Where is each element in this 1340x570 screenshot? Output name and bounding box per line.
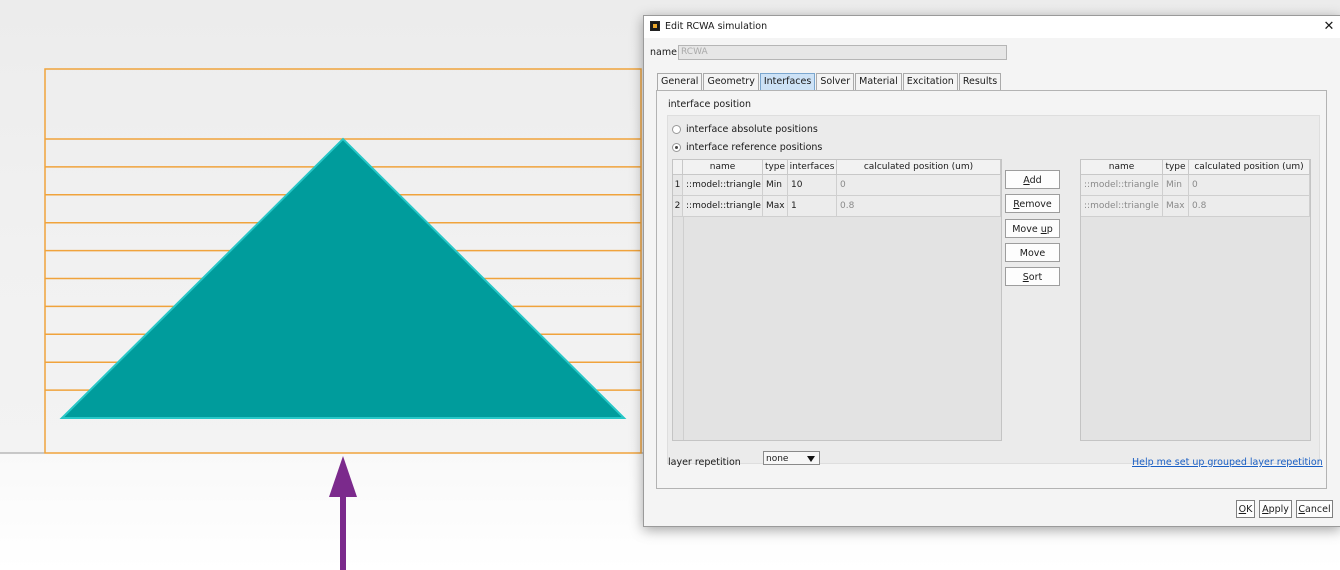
table-cell-position: 0 (837, 175, 1001, 196)
tab-material[interactable]: Material (855, 73, 902, 90)
row-number: 2 (673, 196, 683, 217)
name-input[interactable]: RCWA (678, 45, 1007, 60)
radio-absolute-positions[interactable]: interface absolute positions (672, 124, 818, 135)
tab-general[interactable]: General (657, 73, 703, 90)
sort-button[interactable]: Sort (1005, 267, 1060, 286)
column-header-interfaces[interactable]: interfaces (788, 160, 837, 175)
radio-absolute-dot[interactable] (672, 125, 681, 134)
column-header-position[interactable]: calculated position (um) (1189, 160, 1310, 175)
tab-bar: General Geometry Interfaces Solver Mater… (657, 73, 1002, 90)
interfaces-tab-panel: interface position interface absolute po… (656, 90, 1327, 489)
source-arrow[interactable] (329, 456, 357, 570)
table-cell-name: ::model::triangle (1081, 175, 1163, 196)
move-up-button[interactable]: Move up (1005, 219, 1060, 238)
table-cell-position: 0 (1189, 175, 1310, 196)
table-cell-type[interactable]: Min (763, 175, 788, 196)
apply-button[interactable]: Apply (1259, 500, 1292, 518)
app-icon (650, 21, 660, 31)
tab-results[interactable]: Results (958, 73, 1002, 90)
radio-absolute-label: interface absolute positions (686, 124, 818, 135)
cancel-button[interactable]: Cancel (1296, 500, 1333, 518)
radio-reference-positions[interactable]: interface reference positions (672, 142, 822, 153)
grouped-layer-repetition-help-link[interactable]: Help me set up grouped layer repetition (1132, 457, 1323, 468)
move-down-button[interactable]: Move down (1005, 243, 1060, 278)
layer-repetition-select[interactable]: none (763, 451, 820, 465)
ok-button[interactable]: OK (1236, 500, 1255, 518)
add-button[interactable]: Add (1005, 170, 1060, 189)
table-cell-name: ::model::triangle (1081, 196, 1163, 217)
interface-position-panel: interface absolute positions interface r… (667, 115, 1320, 464)
remove-button[interactable]: Remove (1005, 194, 1060, 213)
tab-interfaces[interactable]: Interfaces (759, 73, 816, 90)
interfaces-table[interactable]: name type interfaces calculated position… (672, 159, 1002, 441)
table-cell-type[interactable]: Max (763, 196, 788, 217)
close-icon[interactable]: ✕ (1318, 16, 1340, 38)
table-cell-name[interactable]: ::model::triangle (683, 175, 763, 196)
row-header-stub (673, 217, 684, 440)
radio-reference-label: interface reference positions (686, 142, 823, 153)
row-number: 1 (673, 175, 683, 196)
name-label: name (650, 47, 677, 58)
column-header-type[interactable]: type (1163, 160, 1189, 175)
section-title: interface position (668, 99, 752, 110)
tab-geometry[interactable]: Geometry (703, 73, 759, 90)
radio-reference-dot[interactable] (672, 143, 681, 152)
table-cell-name[interactable]: ::model::triangle (683, 196, 763, 217)
tab-excitation[interactable]: Excitation (902, 73, 958, 90)
table-cell-interfaces[interactable]: 1 (788, 196, 837, 217)
table-cell-type: Max (1163, 196, 1189, 217)
calculated-positions-table[interactable]: name type calculated position (um) ::mod… (1080, 159, 1311, 441)
table-cell-position: 0.8 (1189, 196, 1310, 217)
table-cell-interfaces[interactable]: 10 (788, 175, 837, 196)
dialog-title: Edit RCWA simulation (665, 21, 768, 32)
layer-repetition-value: none (766, 454, 789, 464)
tab-solver[interactable]: Solver (816, 73, 855, 90)
table-cell-position: 0.8 (837, 196, 1001, 217)
edit-rcwa-dialog: Edit RCWA simulation ✕ name RCWA General… (643, 15, 1340, 527)
chevron-down-icon[interactable] (807, 456, 815, 462)
column-header-name[interactable]: name (683, 160, 763, 175)
column-header-name[interactable]: name (1081, 160, 1163, 175)
dialog-titlebar[interactable]: Edit RCWA simulation ✕ (644, 16, 1340, 38)
table-corner (673, 160, 683, 175)
column-header-position[interactable]: calculated position (um) (837, 160, 1001, 175)
column-header-type[interactable]: type (763, 160, 788, 175)
layer-repetition-label: layer repetition (668, 457, 741, 468)
table-cell-type: Min (1163, 175, 1189, 196)
